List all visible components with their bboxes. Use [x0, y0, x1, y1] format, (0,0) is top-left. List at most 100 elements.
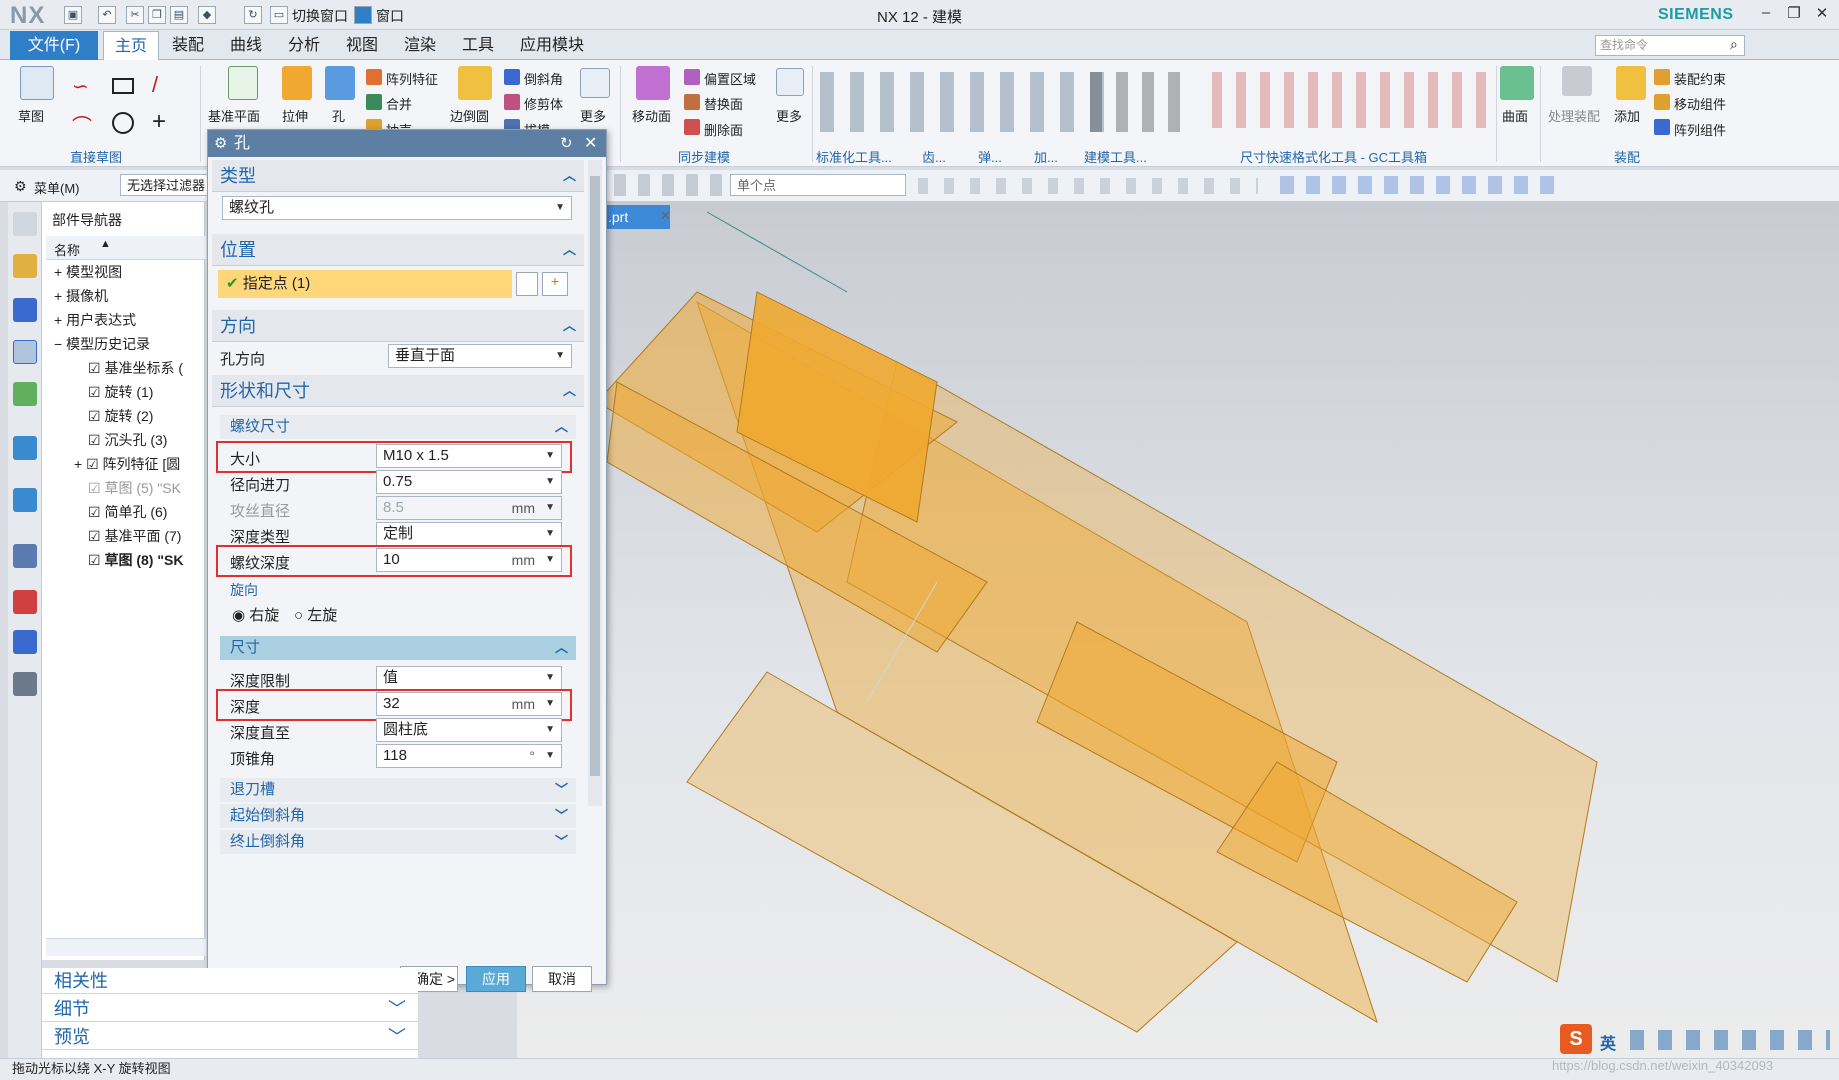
reuse-library-icon[interactable]: [13, 382, 37, 406]
tree-item[interactable]: ☑ 沉头孔 (3): [88, 428, 167, 452]
close-icon[interactable]: ✕: [584, 133, 597, 153]
navigator-scrollbar[interactable]: [46, 938, 206, 956]
history-icon[interactable]: [13, 488, 37, 512]
add-component-icon[interactable]: [1616, 66, 1646, 100]
tab-tools[interactable]: 工具: [454, 31, 502, 60]
circle-icon[interactable]: [112, 112, 134, 134]
dependencies-panel[interactable]: 相关性: [42, 968, 418, 994]
more-sync-button[interactable]: 更多: [776, 106, 802, 125]
tree-item[interactable]: ☑ 基准坐标系 (: [88, 356, 183, 380]
clock-icon[interactable]: [13, 544, 37, 568]
minimize-icon[interactable]: –: [1752, 4, 1780, 26]
depth-limit-dropdown[interactable]: 值 ▼: [376, 666, 562, 690]
scrollbar-thumb[interactable]: [590, 176, 600, 776]
search-icon[interactable]: ⌕: [1730, 36, 1738, 53]
standard-tools-icons[interactable]: [820, 72, 1120, 132]
tip-angle-input[interactable]: 118 ° ▼: [376, 744, 562, 768]
close-icon[interactable]: ✕: [1808, 4, 1836, 26]
tab-curve[interactable]: 曲线: [222, 31, 270, 60]
surface-button[interactable]: 曲面: [1502, 106, 1528, 125]
unite-button[interactable]: 合并: [386, 94, 412, 113]
chamfer-icon[interactable]: [504, 69, 520, 85]
offset-region-button[interactable]: 偏置区域: [704, 69, 756, 88]
preview-panel[interactable]: 预览 ﹀: [42, 1024, 418, 1050]
tree-item[interactable]: − 模型历史记录: [54, 332, 150, 356]
snap-tools-icons[interactable]: [918, 178, 1258, 194]
hole-button[interactable]: 孔: [332, 106, 345, 125]
section-position[interactable]: 位置 ︿: [212, 234, 584, 266]
move-face-button[interactable]: 移动面: [632, 106, 671, 125]
trim-body-icon[interactable]: [504, 94, 520, 110]
add-point-icon[interactable]: +: [542, 272, 568, 296]
sketch-button[interactable]: 草图: [18, 106, 44, 125]
more-sync-icon[interactable]: [776, 68, 804, 96]
edge-blend-button[interactable]: 边倒圆: [450, 106, 489, 125]
more-features-button[interactable]: 更多: [580, 106, 606, 125]
menu-button[interactable]: 菜单(M): [34, 178, 80, 197]
dimension-format-icons[interactable]: [1212, 72, 1492, 128]
process-studio-icon[interactable]: [13, 630, 37, 654]
section-shape[interactable]: 形状和尺寸 ︿: [212, 375, 584, 407]
command-search-input[interactable]: 查找命令: [1595, 35, 1745, 56]
move-component-icon[interactable]: [1654, 94, 1670, 110]
move-face-icon[interactable]: [636, 66, 670, 100]
view-tools-icons[interactable]: [1280, 176, 1560, 194]
modeling-tools-icons[interactable]: [1090, 72, 1190, 132]
pattern-feature-button[interactable]: 阵列特征: [386, 69, 438, 88]
left-hand-radio[interactable]: ○ 左旋: [294, 604, 337, 625]
part-navigator-icon[interactable]: [13, 340, 37, 364]
datum-plane-icon[interactable]: [228, 66, 258, 100]
apply-button[interactable]: 应用: [466, 966, 526, 992]
close-tab-icon[interactable]: ✕: [660, 208, 671, 224]
tree-item[interactable]: ☑ 简单孔 (6): [88, 500, 167, 524]
section-type[interactable]: 类型 ︿: [212, 160, 584, 192]
snap-point-dropdown[interactable]: 单个点: [730, 174, 906, 196]
system-materials-icon[interactable]: [13, 590, 37, 614]
thread-depth-input[interactable]: 10 mm ▼: [376, 548, 562, 572]
trim-body-button[interactable]: 修剪体: [524, 94, 563, 113]
more-features-icon[interactable]: [580, 68, 610, 98]
tab-view[interactable]: 视图: [338, 31, 386, 60]
dimensions-header[interactable]: 尺寸 ︿: [220, 636, 576, 660]
web-browser-icon[interactable]: [13, 436, 37, 460]
tree-item[interactable]: + 用户表达式: [54, 308, 136, 332]
edge-blend-icon[interactable]: [458, 66, 492, 100]
process-assembly-icon[interactable]: [1562, 66, 1592, 96]
rectangle-icon[interactable]: [112, 78, 134, 94]
settings-icon[interactable]: [13, 212, 37, 236]
specify-point-row[interactable]: ✔ 指定点 (1): [218, 270, 512, 298]
pattern-feature-icon[interactable]: [366, 69, 382, 85]
constraint-navigator-icon[interactable]: [13, 298, 37, 322]
surface-icon[interactable]: [1500, 66, 1534, 100]
sketch-point-icon[interactable]: [516, 272, 538, 296]
chamfer-button[interactable]: 倒斜角: [524, 69, 563, 88]
depth-type-dropdown[interactable]: 定制 ▼: [376, 522, 562, 546]
replace-face-icon[interactable]: [684, 94, 700, 110]
tree-item[interactable]: ☑ 草图 (5) "SK: [88, 476, 181, 500]
file-menu[interactable]: 文件(F): [10, 31, 98, 60]
reset-icon[interactable]: ↻: [560, 134, 573, 152]
delete-face-button[interactable]: 删除面: [704, 120, 743, 139]
thread-dimensions-header[interactable]: 螺纹尺寸 ︿: [220, 415, 576, 439]
hole-direction-dropdown[interactable]: 垂直于面 ▼: [388, 344, 572, 368]
gear-icon[interactable]: ⚙: [214, 134, 227, 152]
hole-icon[interactable]: [325, 66, 355, 100]
tree-item[interactable]: ☑ 草图 (8) "SK: [88, 548, 183, 572]
relief-header[interactable]: 退刀槽 ﹀: [220, 778, 576, 802]
ime-toolbar-icons[interactable]: [1630, 1030, 1830, 1050]
assembly-constraint-button[interactable]: 装配约束: [1674, 69, 1726, 88]
depth-input[interactable]: 32 mm ▼: [376, 692, 562, 716]
tree-item[interactable]: ☑ 旋转 (2): [88, 404, 153, 428]
line-icon[interactable]: /: [152, 72, 158, 98]
offset-region-icon[interactable]: [684, 69, 700, 85]
extrude-icon[interactable]: [282, 66, 312, 100]
ime-logo-icon[interactable]: S: [1560, 1024, 1592, 1054]
start-chamfer-header[interactable]: 起始倒斜角 ﹀: [220, 804, 576, 828]
ime-language[interactable]: 英: [1600, 1030, 1616, 1054]
tree-item[interactable]: + 模型视图: [54, 260, 122, 284]
replace-face-button[interactable]: 替换面: [704, 94, 743, 113]
tab-render[interactable]: 渲染: [396, 31, 444, 60]
arc-icon[interactable]: ⌒: [72, 110, 92, 139]
details-panel[interactable]: 细节 ﹀: [42, 996, 418, 1022]
hole-type-dropdown[interactable]: 螺纹孔 ▼: [222, 196, 572, 220]
